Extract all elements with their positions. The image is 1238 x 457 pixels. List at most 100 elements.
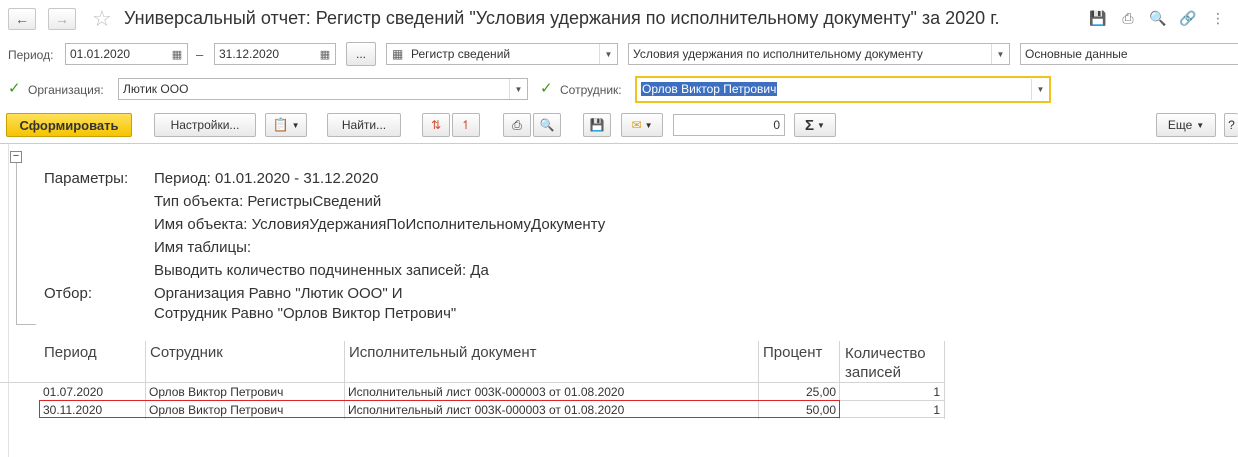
- link-icon[interactable]: 🔗: [1179, 10, 1196, 26]
- arrow-right-icon: →: [55, 11, 69, 27]
- cell-employee: Орлов Виктор Петрович: [149, 385, 284, 399]
- sort-ascending-button[interactable]: ⇅: [422, 113, 450, 137]
- employee-value: Орлов Виктор Петрович: [641, 82, 778, 96]
- chevron-down-icon: ▼: [291, 120, 300, 130]
- arrow-left-icon: ←: [15, 11, 29, 27]
- filter-line: Организация Равно "Лютик ООО" И: [154, 285, 403, 302]
- column-divider: [145, 341, 146, 383]
- column-divider: [344, 341, 345, 383]
- report-left-border: [8, 144, 9, 457]
- org-value: Лютик ООО: [123, 82, 189, 96]
- sum-mode-button[interactable]: Σ ▼: [794, 113, 836, 137]
- period-from-value: 01.01.2020: [70, 47, 131, 61]
- chevron-down-icon: ▼: [817, 120, 825, 130]
- period-select-button[interactable]: ...: [346, 42, 376, 66]
- column-header-percent: Процент: [763, 344, 823, 361]
- period-to-value: 31.12.2020: [219, 47, 280, 61]
- params-label: Параметры:: [44, 170, 129, 187]
- cell-count: 1: [933, 385, 940, 399]
- column-header-document: Исполнительный документ: [349, 344, 537, 361]
- save-icon: 💾: [589, 118, 605, 132]
- more-button[interactable]: Еще ▼: [1156, 113, 1216, 137]
- find-button[interactable]: Найти...: [327, 113, 401, 137]
- tree-line: [16, 163, 17, 325]
- column-header-period: Период: [44, 344, 97, 361]
- report-variants-icon: 📋: [272, 117, 289, 132]
- chevron-down-icon[interactable]: ▼: [1031, 79, 1049, 100]
- param-line: Выводить количество подчиненных записей:…: [154, 262, 489, 279]
- window-title: Универсальный отчет: Регистр сведений "У…: [124, 8, 1000, 28]
- cell-document: Исполнительный лист 003К-000003 от 01.08…: [348, 385, 625, 399]
- settings-button[interactable]: Настройки...: [154, 113, 256, 137]
- table-name-value: Основные данные: [1025, 47, 1128, 61]
- employee-field[interactable]: Орлов Виктор Петрович ▼: [635, 76, 1051, 103]
- cell-percent: 25,00: [805, 385, 836, 399]
- print-icon: ⎙: [512, 117, 522, 132]
- sum-field[interactable]: 0: [673, 114, 785, 136]
- print-button[interactable]: ⎙: [503, 113, 531, 137]
- column-divider: [944, 341, 945, 383]
- report-area: − Параметры: Период: 01.01.2020 - 31.12.…: [0, 143, 1238, 457]
- chevron-down-icon[interactable]: ▼: [599, 44, 617, 64]
- chevron-down-icon: ▼: [1196, 120, 1205, 130]
- favorite-star-icon[interactable]: ☆: [92, 6, 112, 32]
- period-label: Период:: [8, 48, 54, 62]
- save-icon[interactable]: 💾: [1089, 10, 1106, 26]
- sigma-icon: Σ: [805, 116, 815, 134]
- column-divider: [839, 341, 840, 383]
- object-type-value: Регистр сведений: [411, 47, 511, 61]
- column-header-employee: Сотрудник: [150, 344, 223, 361]
- envelope-icon: ✉: [631, 118, 642, 132]
- help-icon: ?: [1228, 118, 1235, 132]
- more-label: Еще: [1167, 118, 1193, 132]
- send-email-button[interactable]: ✉ ▼: [621, 113, 663, 137]
- param-line: Период: 01.01.2020 - 31.12.2020: [154, 170, 379, 187]
- filter-label: Отбор:: [44, 285, 92, 302]
- print-preview-button[interactable]: 🔍: [533, 113, 561, 137]
- preview-icon[interactable]: 🔍: [1149, 10, 1166, 26]
- object-name-value: Условия удержания по исполнительному док…: [633, 47, 923, 61]
- cell-count: 1: [933, 403, 940, 417]
- register-icon: ▦: [392, 47, 404, 61]
- tree-line: [16, 324, 36, 325]
- table-name-select[interactable]: Основные данные: [1020, 43, 1238, 65]
- variants-button[interactable]: 📋 ▼: [265, 113, 307, 137]
- org-filter-checkbox[interactable]: ✓: [8, 81, 22, 96]
- param-line: Имя таблицы:: [154, 239, 252, 256]
- print-icon[interactable]: ⎙: [1120, 10, 1136, 26]
- column-divider: [944, 383, 945, 419]
- param-line: Тип объекта: РегистрыСведений: [154, 193, 382, 210]
- help-button[interactable]: ?: [1224, 113, 1238, 137]
- generate-button[interactable]: Сформировать: [6, 113, 132, 137]
- sort-descending-icon: ↿: [460, 118, 472, 132]
- period-to-field[interactable]: 31.12.2020 ▦: [214, 43, 336, 65]
- filter-line: Сотрудник Равно "Орлов Виктор Петрович": [154, 305, 457, 322]
- object-type-select[interactable]: ▦ Регистр сведений ▼: [386, 43, 618, 65]
- org-field[interactable]: Лютик ООО ▼: [118, 78, 528, 100]
- calendar-icon[interactable]: ▦: [167, 44, 187, 64]
- more-vertical-icon[interactable]: ⋮: [1210, 10, 1226, 26]
- org-label: Организация:: [28, 83, 104, 97]
- period-from-field[interactable]: 01.01.2020 ▦: [65, 43, 188, 65]
- chevron-down-icon: ▼: [644, 120, 653, 130]
- chevron-down-icon[interactable]: ▼: [991, 44, 1009, 64]
- preview-icon: 🔍: [539, 118, 555, 132]
- object-name-select[interactable]: Условия удержания по исполнительному док…: [628, 43, 1010, 65]
- period-dash: –: [196, 47, 204, 62]
- back-button[interactable]: ←: [8, 8, 36, 30]
- param-line: Имя объекта: УсловияУдержанияПоИсполните…: [154, 216, 606, 233]
- collapse-toggle-icon[interactable]: −: [10, 151, 22, 163]
- sort-descending-button[interactable]: ↿: [452, 113, 480, 137]
- chevron-down-icon[interactable]: ▼: [509, 79, 527, 99]
- calendar-icon[interactable]: ▦: [315, 44, 335, 64]
- cell-period: 01.07.2020: [43, 385, 104, 399]
- employee-filter-checkbox[interactable]: ✓: [540, 81, 554, 96]
- sort-ascending-icon: ⇅: [430, 118, 442, 132]
- column-divider: [758, 341, 759, 383]
- row-highlight-box: [39, 400, 840, 418]
- column-header-count: Количество записей: [845, 345, 926, 381]
- employee-label: Сотрудник:: [560, 83, 622, 97]
- save-button[interactable]: 💾: [583, 113, 611, 137]
- header-bottom-border: [0, 382, 945, 383]
- forward-button[interactable]: →: [48, 8, 76, 30]
